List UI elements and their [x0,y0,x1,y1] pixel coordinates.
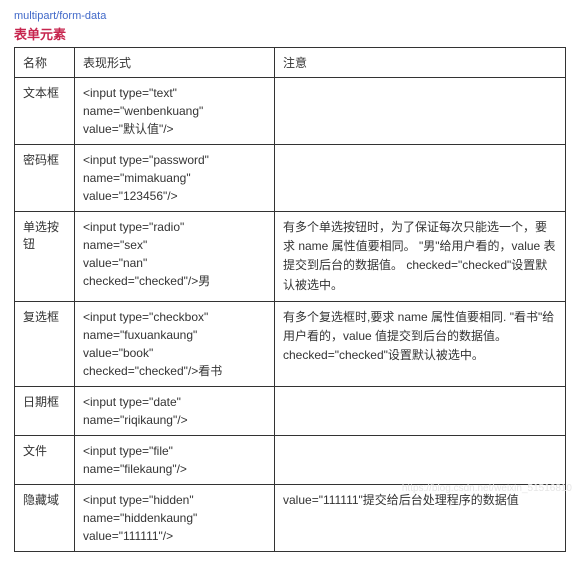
col-header-form: 表现形式 [75,48,275,78]
cell-name: 单选按钮 [15,212,75,302]
table-header-row: 名称 表现形式 注意 [15,48,566,78]
top-link-fragment: multipart/form-data [14,10,566,22]
cell-note [275,78,566,145]
table-row: 隐藏域 <input type="hidden" name="hiddenkau… [15,484,566,551]
col-header-note: 注意 [275,48,566,78]
table-row: 密码框 <input type="password" name="mimakua… [15,145,566,212]
cell-name: 文件 [15,435,75,484]
form-elements-table: 名称 表现形式 注意 文本框 <input type="text" name="… [14,47,566,552]
cell-form: <input type="hidden" name="hiddenkaung" … [75,484,275,551]
cell-name: 日期框 [15,386,75,435]
cell-note: value="111111"提交给后台处理程序的数据值 [275,484,566,551]
cell-note [275,145,566,212]
col-header-name: 名称 [15,48,75,78]
table-row: 日期框 <input type="date" name="riqikaung"/… [15,386,566,435]
cell-name: 文本框 [15,78,75,145]
cell-note [275,435,566,484]
table-row: 复选框 <input type="checkbox" name="fuxuank… [15,301,566,386]
cell-form: <input type="date" name="riqikaung"/> [75,386,275,435]
table-row: 单选按钮 <input type="radio" name="sex" valu… [15,212,566,302]
cell-form: <input type="radio" name="sex" value="na… [75,212,275,302]
cell-form: <input type="password" name="mimakuang" … [75,145,275,212]
table-row: 文件 <input type="file" name="filekaung"/> [15,435,566,484]
cell-name: 密码框 [15,145,75,212]
cell-form: <input type="text" name="wenbenkuang" va… [75,78,275,145]
cell-form: <input type="checkbox" name="fuxuankaung… [75,301,275,386]
page-title: 表单元素 [14,24,566,43]
cell-form: <input type="file" name="filekaung"/> [75,435,275,484]
cell-note: 有多个单选按钮时，为了保证每次只能选一个，要求 name 属性值要相同。 "男"… [275,212,566,302]
cell-name: 隐藏域 [15,484,75,551]
table-row: 文本框 <input type="text" name="wenbenkuang… [15,78,566,145]
cell-name: 复选框 [15,301,75,386]
cell-note [275,386,566,435]
cell-note: 有多个复选框时,要求 name 属性值要相同. "看书"给用户看的，value … [275,301,566,386]
